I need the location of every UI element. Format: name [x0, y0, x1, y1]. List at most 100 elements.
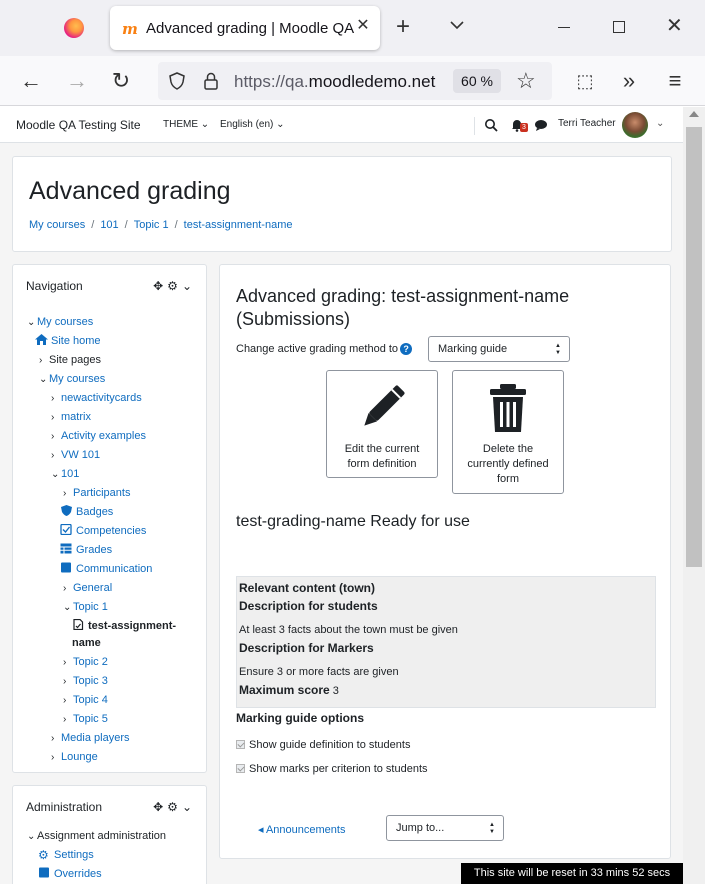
- administration-block-title: Administration: [26, 800, 103, 814]
- desc-students: At least 3 facts about the town must be …: [239, 624, 458, 636]
- block-controls[interactable]: ✥⚙⌄: [153, 279, 196, 293]
- move-icon[interactable]: ✥: [153, 800, 167, 814]
- nav-item-grades[interactable]: Grades: [60, 543, 112, 558]
- nav-item-activity-examples[interactable]: › Activity examples: [51, 429, 146, 444]
- back-icon[interactable]: ←: [18, 68, 44, 94]
- pencil-icon: [364, 385, 405, 426]
- help-icon[interactable]: ?: [400, 343, 413, 355]
- nav-item-communication[interactable]: Communication: [60, 562, 152, 577]
- bookmark-star-icon[interactable]: ☆: [516, 68, 536, 94]
- gear-icon[interactable]: ⚙: [167, 279, 182, 293]
- site-name[interactable]: Moodle QA Testing Site: [16, 118, 141, 132]
- nav-item-participants[interactable]: › Participants: [63, 486, 130, 501]
- language-menu[interactable]: English (en) ⌄: [220, 119, 285, 130]
- page-scrollbar[interactable]: [683, 107, 705, 884]
- desc-markers: Ensure 3 or more facts are given: [239, 666, 399, 678]
- checkbox-icon: [236, 740, 245, 749]
- browser-tab[interactable]: m Advanced grading | Moodle QA Testing S…: [110, 6, 380, 50]
- maximize-icon[interactable]: [613, 21, 625, 33]
- nav-item-vw-101[interactable]: › VW 101: [51, 448, 100, 463]
- nav-item-topic-3[interactable]: › Topic 3: [63, 674, 108, 689]
- hamburger-menu-icon[interactable]: ≡: [662, 68, 688, 94]
- trash-icon: [490, 384, 526, 432]
- nav-item-my-courses-2[interactable]: ⌄ My courses: [39, 372, 105, 387]
- theme-menu[interactable]: THEME ⌄: [163, 119, 209, 130]
- firefox-icon[interactable]: [64, 18, 84, 38]
- nav-item-test-assignment[interactable]: test-assignment-: [72, 619, 176, 634]
- nav-item-site-pages[interactable]: › Site pages: [39, 353, 101, 368]
- gear-icon: ⚙: [38, 848, 49, 862]
- nav-item-media-players[interactable]: › Media players: [51, 731, 129, 746]
- browser-toolbar: ← → ↻ https://qa.moodledemo.net 60 % ☆ ⬚…: [0, 56, 705, 106]
- nav-item-site-home[interactable]: Site home: [35, 334, 101, 349]
- nav-item-topic-4[interactable]: › Topic 4: [63, 693, 108, 708]
- avatar[interactable]: [622, 112, 648, 138]
- chevron-down-icon[interactable]: ⌄: [182, 800, 196, 814]
- page-title: Advanced grading: [29, 177, 231, 205]
- extensions-icon[interactable]: ⬚: [572, 68, 598, 94]
- lock-icon[interactable]: [202, 71, 220, 91]
- gear-icon[interactable]: ⚙: [167, 800, 182, 814]
- checkbox-icon: [60, 524, 72, 535]
- criterion-name: Relevant content (town): [239, 581, 376, 595]
- zoom-indicator[interactable]: 60 %: [453, 69, 501, 93]
- breadcrumb-topic-1[interactable]: Topic 1: [134, 219, 169, 231]
- nav-item-topic-5[interactable]: › Topic 5: [63, 712, 108, 727]
- admin-item-overrides[interactable]: Overrides: [38, 867, 102, 882]
- delete-form-button[interactable]: Delete the currently defined form: [452, 370, 564, 494]
- nav-item-newactivitycards[interactable]: › newactivitycards: [51, 391, 142, 406]
- new-tab-icon[interactable]: +: [396, 14, 410, 40]
- nav-item-general[interactable]: › General: [63, 581, 112, 596]
- admin-item-settings[interactable]: ⚙ Settings: [38, 848, 94, 863]
- breadcrumb-my-courses[interactable]: My courses: [29, 219, 85, 231]
- breadcrumb-101[interactable]: 101: [100, 219, 118, 231]
- shield-icon: [61, 505, 72, 516]
- chevron-down-icon[interactable]: ⌄: [656, 118, 664, 129]
- nav-item-topic-2[interactable]: › Topic 2: [63, 655, 108, 670]
- grading-method-select[interactable]: Marking guide ▲ ▼: [428, 336, 570, 362]
- desc-markers-label: Description for Markers: [239, 641, 374, 655]
- edit-form-button[interactable]: Edit the current form definition: [326, 370, 438, 478]
- user-name[interactable]: Terri Teacher: [558, 118, 616, 129]
- grading-method-label: Change active grading method to?: [236, 343, 413, 355]
- browser-tab-bar: m Advanced grading | Moodle QA Testing S…: [0, 0, 705, 56]
- nav-item-test-assignment-cont[interactable]: name: [72, 636, 101, 651]
- jump-to-select[interactable]: Jump to... ▲ ▼: [386, 815, 504, 841]
- nav-item-101[interactable]: ⌄ 101: [51, 467, 79, 482]
- option-show-marks: Show marks per criterion to students: [236, 763, 428, 775]
- home-icon: [35, 334, 48, 345]
- search-icon[interactable]: [484, 118, 498, 132]
- nav-item-lounge[interactable]: › Lounge: [51, 750, 98, 765]
- navigation-block: Navigation ✥⚙⌄ ⌄ My courses Site home › Si…: [12, 264, 207, 773]
- forward-icon[interactable]: →: [64, 68, 90, 94]
- block-controls[interactable]: ✥⚙⌄: [153, 800, 196, 814]
- overflow-menu-icon[interactable]: »: [616, 68, 642, 94]
- square-icon: [39, 867, 49, 878]
- message-icon[interactable]: [534, 118, 548, 132]
- admin-item-assignment-administration[interactable]: ⌄ Assignment administration: [27, 829, 166, 844]
- nav-item-topic-1[interactable]: ⌄ Topic 1: [63, 600, 108, 615]
- page-header: Advanced grading My courses/101/Topic 1/…: [12, 156, 672, 252]
- nav-item-my-courses[interactable]: ⌄ My courses: [27, 315, 93, 330]
- shield-icon[interactable]: [168, 72, 186, 90]
- url-bar[interactable]: https://qa.moodledemo.net 60 % ☆: [158, 62, 552, 100]
- scrollbar-thumb[interactable]: [686, 127, 702, 567]
- url-text[interactable]: https://qa.moodledemo.net: [234, 72, 444, 92]
- breadcrumb-assignment[interactable]: test-assignment-name: [184, 219, 293, 231]
- nav-item-badges[interactable]: Badges: [60, 505, 113, 520]
- tab-title: Advanced grading | Moodle QA Testing Sit…: [146, 20, 356, 37]
- options-title: Marking guide options: [236, 711, 364, 725]
- close-tab-icon[interactable]: ✕: [353, 16, 373, 36]
- minimize-icon[interactable]: [558, 27, 570, 28]
- main-heading: Advanced grading: test-assignment-name (…: [236, 286, 570, 329]
- reload-icon[interactable]: ↻: [108, 68, 134, 94]
- navbar-divider: [474, 117, 475, 135]
- window-close-icon[interactable]: ✕: [666, 14, 683, 38]
- chevron-down-icon[interactable]: ⌄: [182, 279, 196, 293]
- move-icon[interactable]: ✥: [153, 279, 167, 293]
- announcements-link[interactable]: ◂ Announcements: [258, 823, 345, 836]
- nav-item-competencies[interactable]: Competencies: [60, 524, 146, 539]
- nav-item-matrix[interactable]: › matrix: [51, 410, 91, 425]
- tab-list-chevron-icon[interactable]: [448, 16, 466, 34]
- scroll-up-icon[interactable]: [689, 111, 699, 117]
